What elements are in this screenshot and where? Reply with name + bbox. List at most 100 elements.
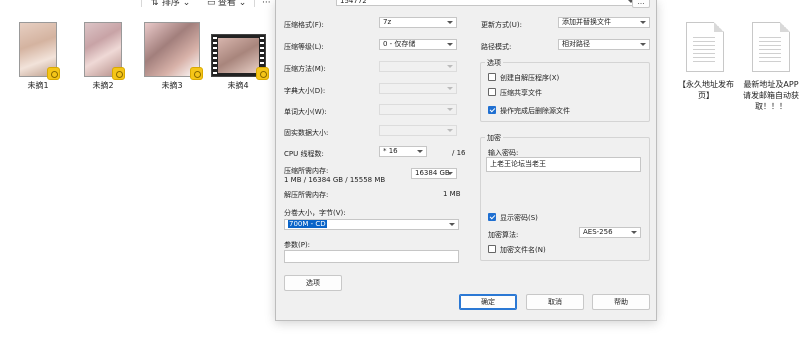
format-select[interactable]: 7z bbox=[379, 17, 457, 28]
archive-name-value: 154772 bbox=[340, 0, 367, 5]
update-mode-value: 添加并替换文件 bbox=[562, 18, 611, 26]
chevron-down-icon bbox=[640, 21, 646, 24]
app-badge-icon bbox=[47, 67, 60, 80]
compress-shared-checkbox[interactable] bbox=[488, 88, 496, 96]
cancel-button[interactable]: 取消 bbox=[526, 294, 584, 310]
split-volume-value: 700M - CD bbox=[288, 220, 327, 228]
file-name: 未摘1 bbox=[27, 81, 49, 90]
parameters-label: 参数(P): bbox=[284, 241, 311, 249]
file-thumbnail[interactable] bbox=[84, 22, 125, 80]
show-password-checkbox[interactable] bbox=[488, 213, 496, 221]
sort-icon: ⇅ bbox=[151, 0, 159, 7]
sort-button[interactable]: ⇅ 排序 ⌄ bbox=[151, 0, 201, 7]
split-volume-select[interactable]: 700M - CD bbox=[284, 219, 459, 230]
password-value: 上老王论坛当老王 bbox=[490, 160, 546, 168]
archive-name-field[interactable]: 154772 bbox=[336, 0, 638, 6]
level-value: 0 - 仅存储 bbox=[383, 40, 416, 48]
update-mode-select[interactable]: 添加并替换文件 bbox=[558, 17, 650, 28]
cpu-threads-value: * 16 bbox=[383, 147, 398, 155]
compress-shared-label: 压缩共享文件 bbox=[500, 89, 542, 97]
show-password-label: 显示密码(S) bbox=[500, 214, 538, 222]
method-label: 压缩方法(M): bbox=[284, 65, 326, 73]
chevron-down-icon bbox=[447, 43, 453, 46]
chevron-down-icon bbox=[447, 108, 453, 111]
word-size-label: 单词大小(W): bbox=[284, 108, 327, 116]
ok-button[interactable]: 确定 bbox=[459, 294, 517, 310]
chevron-down-icon bbox=[640, 43, 646, 46]
path-mode-label: 路径模式: bbox=[481, 43, 512, 51]
toolbar-divider bbox=[141, 0, 142, 7]
screen: ⇅ 排序 ⌄ ▭ 查看 ⌄ ··· 未摘1 未摘2 未摘3 未摘4 【永久地址发… bbox=[0, 0, 800, 343]
delete-after-checkbox[interactable] bbox=[488, 106, 496, 114]
cpu-threads-label: CPU 线程数: bbox=[284, 150, 324, 158]
update-mode-label: 更新方式(U): bbox=[481, 21, 522, 29]
file-name-line: 请发邮箱自动获 bbox=[743, 91, 799, 100]
encryption-method-label: 加密算法: bbox=[488, 231, 519, 239]
word-size-select bbox=[379, 104, 457, 115]
file-thumbnail[interactable] bbox=[144, 22, 203, 80]
solid-size-select bbox=[379, 125, 457, 136]
encrypt-filenames-label: 加密文件名(N) bbox=[500, 246, 546, 254]
file-name: 【永久地址发布 页】 bbox=[676, 79, 736, 101]
cpu-threads-select[interactable]: * 16 bbox=[379, 146, 427, 157]
text-document-icon[interactable] bbox=[752, 22, 790, 72]
options-button[interactable]: 选项 bbox=[284, 275, 342, 291]
options-group-title: 选项 bbox=[485, 58, 503, 68]
app-badge-icon bbox=[112, 67, 125, 80]
view-label: 查看 bbox=[217, 0, 236, 7]
view-button[interactable]: ▭ 查看 ⌄ bbox=[207, 0, 257, 7]
chevron-down-icon bbox=[447, 129, 453, 132]
file-name: 未摘3 bbox=[161, 81, 183, 90]
chevron-down-icon bbox=[447, 65, 453, 68]
chevron-down-icon bbox=[447, 172, 453, 175]
cpu-threads-total: / 16 bbox=[452, 149, 466, 157]
split-volume-label: 分卷大小，字节(V): bbox=[284, 209, 346, 217]
memory-decompress-label: 解压所需内存: bbox=[284, 191, 329, 199]
encrypt-filenames-checkbox[interactable] bbox=[488, 245, 496, 253]
browse-button[interactable]: … bbox=[632, 0, 650, 8]
memory-decompress-value: 1 MB bbox=[443, 190, 461, 198]
encryption-method-select[interactable]: AES-256 bbox=[579, 227, 641, 238]
video-preview bbox=[218, 38, 259, 73]
sort-label: 排序 bbox=[161, 0, 180, 7]
file-name-line: 【永久地址发布 bbox=[678, 80, 734, 89]
film-strip-icon bbox=[213, 37, 217, 74]
dictionary-label: 字典大小(D): bbox=[284, 87, 326, 95]
video-thumbnail[interactable] bbox=[211, 34, 269, 80]
path-mode-select[interactable]: 相对路径 bbox=[558, 39, 650, 50]
app-badge-icon bbox=[190, 67, 203, 80]
solid-size-label: 固实数据大小: bbox=[284, 129, 329, 137]
format-value: 7z bbox=[383, 18, 392, 26]
file-name: 未摘2 bbox=[92, 81, 114, 90]
level-label: 压缩等级(L): bbox=[284, 43, 324, 51]
chevron-down-icon bbox=[447, 87, 453, 90]
memory-compress-detail: 1 MB / 16384 GB / 15558 MB bbox=[284, 176, 386, 184]
level-select[interactable]: 0 - 仅存储 bbox=[379, 39, 457, 50]
create-sfx-label: 创建自解压程序(X) bbox=[500, 74, 560, 82]
chevron-down-icon: ⌄ bbox=[182, 0, 191, 7]
file-name-line: 页】 bbox=[698, 91, 714, 100]
text-document-icon[interactable] bbox=[686, 22, 724, 72]
memory-limit-select[interactable]: 16384 GB bbox=[411, 168, 457, 179]
memory-compress-label: 压缩所需内存: bbox=[284, 167, 329, 175]
file-name: 最新地址及APP 请发邮箱自动获 取！！！ bbox=[741, 79, 800, 112]
chevron-down-icon bbox=[417, 150, 423, 153]
file-name-line: 最新地址及APP bbox=[743, 80, 799, 89]
file-thumbnail[interactable] bbox=[19, 22, 60, 80]
more-options-button[interactable]: ··· bbox=[262, 0, 274, 7]
parameters-input[interactable] bbox=[284, 250, 459, 263]
help-button[interactable]: 帮助 bbox=[592, 294, 650, 310]
chevron-down-icon: ⌄ bbox=[238, 0, 247, 7]
file-name: 未摘4 bbox=[227, 81, 249, 90]
path-mode-value: 相对路径 bbox=[562, 40, 590, 48]
delete-after-label: 操作完成后删除源文件 bbox=[500, 107, 570, 115]
app-badge-icon bbox=[256, 67, 269, 80]
create-sfx-checkbox[interactable] bbox=[488, 73, 496, 81]
chevron-down-icon bbox=[447, 21, 453, 24]
format-label: 压缩格式(F): bbox=[284, 21, 324, 29]
view-icon: ▭ bbox=[207, 0, 216, 7]
dictionary-select bbox=[379, 83, 457, 94]
file-name-line: 取！！！ bbox=[755, 102, 787, 111]
memory-limit-value: 16384 GB bbox=[415, 169, 450, 177]
password-input[interactable]: 上老王论坛当老王 bbox=[486, 157, 641, 172]
